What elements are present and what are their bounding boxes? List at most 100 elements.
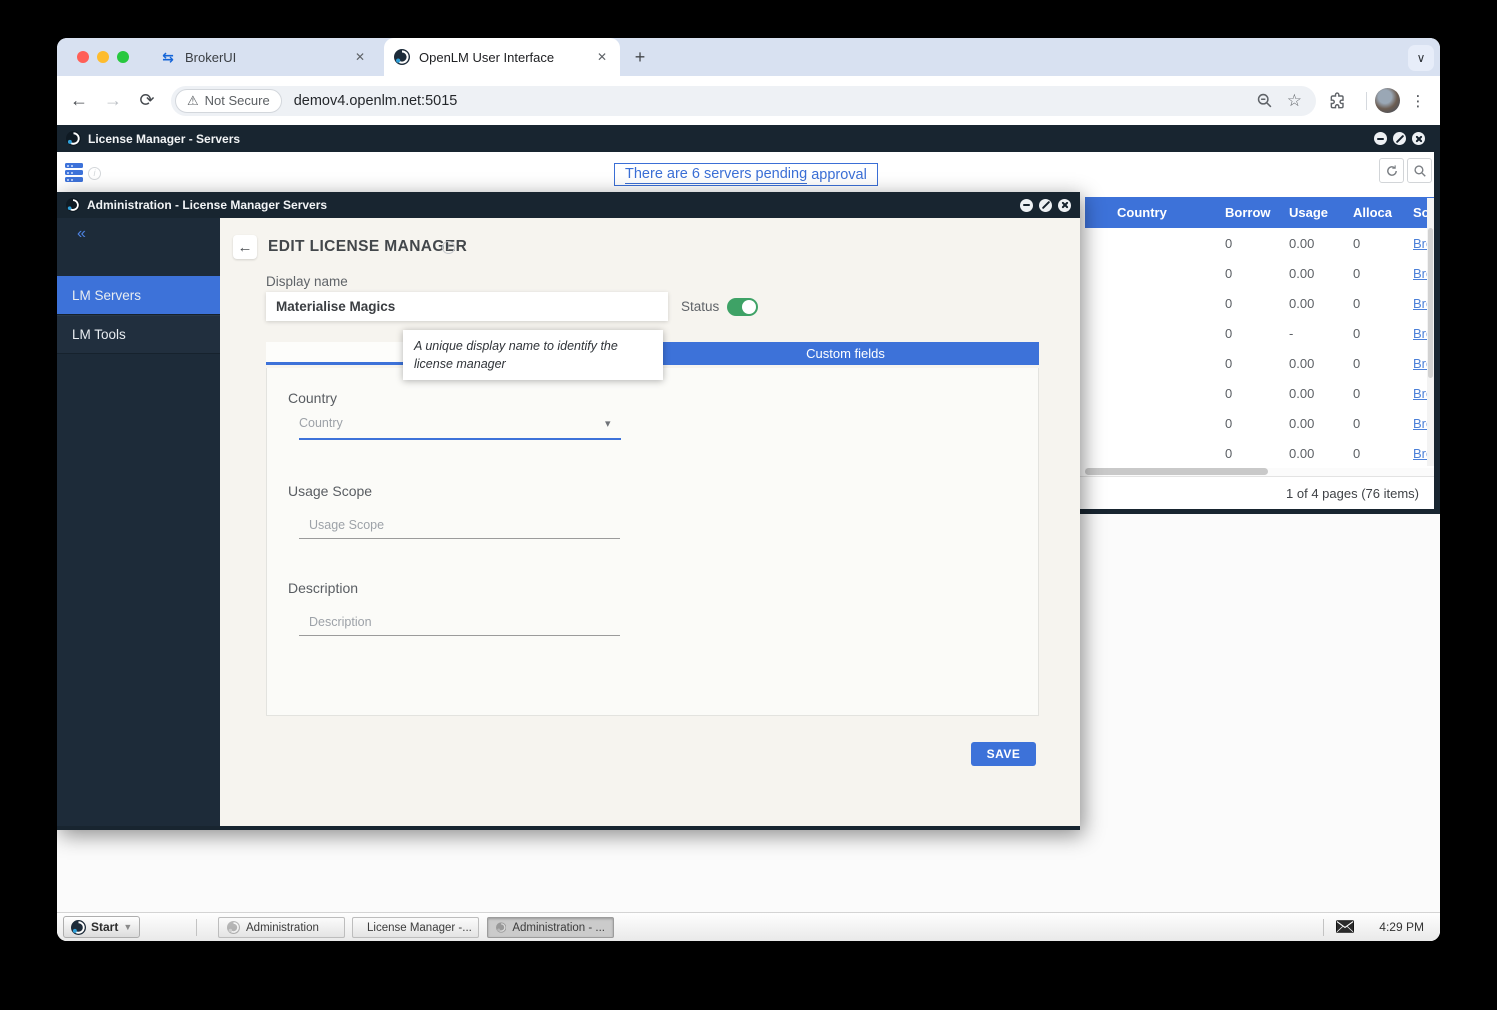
start-label: Start [91, 920, 119, 934]
cell-borrow: 0 [1225, 445, 1233, 461]
cell-usage: 0.00 [1289, 295, 1315, 311]
security-chip[interactable]: ⚠ Not Secure [175, 88, 282, 113]
tab-brokerui[interactable]: ⇆ BrokerUI ✕ [150, 38, 378, 76]
column-usage[interactable]: Usage [1284, 205, 1348, 220]
collapse-icon[interactable]: « [77, 225, 86, 243]
back-button[interactable]: ← [233, 235, 257, 259]
country-select[interactable]: Country [299, 416, 343, 430]
table-header-row: Country Borrow Usage Alloca Sou [1085, 197, 1434, 228]
info-icon: i [442, 241, 455, 254]
pending-approval-notification[interactable]: There are 6 servers pending approval [614, 163, 878, 186]
cell-allocated: 0 [1353, 355, 1361, 371]
warning-icon: ⚠ [187, 92, 199, 108]
forward-icon[interactable]: → [99, 87, 127, 115]
taskbar: Start ▼ Administration License Manager -… [57, 912, 1440, 941]
sidebar-item-lm-servers[interactable]: LM Servers [57, 276, 220, 315]
envelope-icon[interactable] [1336, 920, 1354, 938]
notification-link[interactable]: There are 6 servers pending [625, 166, 808, 184]
menu-icon[interactable]: ⋮ [1406, 92, 1430, 110]
browser-toolbar: ← → ⟳ ⚠ Not Secure demov4.openlm.net:501… [57, 76, 1440, 125]
search-icon[interactable] [1407, 158, 1432, 183]
display-name-tooltip: A unique display name to identify the li… [403, 330, 663, 381]
status-toggle[interactable] [727, 298, 758, 316]
restore-icon[interactable] [1039, 198, 1052, 212]
close-icon[interactable] [1058, 198, 1071, 212]
tab-label: BrokerUI [185, 49, 237, 65]
column-borrow[interactable]: Borrow [1220, 205, 1284, 220]
description-label: Description [288, 580, 359, 596]
server-icon[interactable] [65, 163, 83, 184]
cell-usage: 0.00 [1289, 355, 1315, 371]
url-text[interactable]: demov4.openlm.net:5015 [294, 93, 458, 109]
close-window-button[interactable] [77, 51, 89, 63]
restore-icon[interactable] [1393, 132, 1406, 145]
table-row: 0 0.00 0 Bro [1085, 228, 1434, 258]
horizontal-scrollbar[interactable] [1085, 468, 1434, 476]
profile-avatar[interactable] [1375, 88, 1400, 113]
minimize-window-button[interactable] [97, 51, 109, 63]
table-row: 0 0.00 0 Bro [1085, 288, 1434, 318]
task-license-manager[interactable]: License Manager -... [352, 917, 479, 938]
reload-icon[interactable]: ⟳ [133, 87, 161, 115]
openlm-icon [394, 49, 410, 65]
minimize-icon[interactable] [1020, 198, 1033, 212]
usage-scope-label: Usage Scope [288, 483, 373, 499]
browser-tab-strip: ⇆ BrokerUI ✕ OpenLM User Interface ✕ + ∨ [57, 38, 1440, 76]
admin-window-titlebar: Administration - License Manager Servers [57, 192, 1080, 218]
chevron-down-icon[interactable]: ∨ [1408, 45, 1434, 71]
new-tab-button[interactable]: + [629, 46, 651, 68]
cell-usage: 0.00 [1289, 385, 1315, 401]
display-name-input[interactable]: Materialise Magics [266, 292, 668, 321]
cell-usage: 0.00 [1289, 445, 1315, 461]
display-name-label: Display name [266, 274, 348, 289]
cell-borrow: 0 [1225, 325, 1233, 341]
extensions-icon[interactable] [1324, 87, 1352, 115]
admin-window-title: Administration - License Manager Servers [87, 198, 328, 212]
country-label: Country [288, 390, 338, 406]
minimize-icon[interactable] [1374, 132, 1387, 145]
close-icon[interactable] [1412, 132, 1425, 145]
column-allocated[interactable]: Alloca [1348, 205, 1408, 220]
address-bar[interactable]: ⚠ Not Secure demov4.openlm.net:5015 ☆ [171, 85, 1316, 116]
caret-down-icon[interactable]: ▾ [605, 417, 611, 430]
pagination-text: 1 of 4 pages (76 items) [1286, 485, 1419, 501]
tab-label: OpenLM User Interface [419, 49, 555, 65]
task-administration[interactable]: Administration [218, 917, 345, 938]
notification-text: approval [811, 166, 867, 183]
column-country[interactable]: Country [1085, 205, 1220, 220]
cell-borrow: 0 [1225, 355, 1233, 371]
save-button[interactable]: SAVE [971, 742, 1036, 766]
start-button[interactable]: Start ▼ [63, 916, 141, 938]
zoom-out-icon[interactable] [1256, 92, 1273, 109]
zoom-window-button[interactable] [117, 51, 129, 63]
star-icon[interactable]: ☆ [1287, 91, 1302, 111]
traffic-lights [77, 51, 129, 63]
lm-toolbar: i There are 6 servers pending approval [57, 152, 1434, 196]
cell-usage: 0.00 [1289, 415, 1315, 431]
refresh-icon[interactable] [1379, 158, 1404, 183]
task-administration-modal[interactable]: Administration - ... [487, 917, 614, 938]
cell-allocated: 0 [1353, 235, 1361, 251]
pagination: 1 of 4 pages (76 items) [1077, 476, 1434, 509]
status-label: Status [681, 299, 720, 314]
sidebar-item-lm-tools[interactable]: LM Tools [57, 315, 220, 354]
cell-allocated: 0 [1353, 415, 1361, 431]
cell-usage: 0.00 [1289, 235, 1315, 251]
back-icon[interactable]: ← [65, 87, 93, 115]
cell-borrow: 0 [1225, 415, 1233, 431]
cell-usage: - [1289, 325, 1294, 341]
close-icon[interactable]: ✕ [352, 50, 368, 64]
tab-openlm[interactable]: OpenLM User Interface ✕ [384, 38, 620, 76]
close-icon[interactable]: ✕ [594, 50, 610, 64]
tab-custom-fields[interactable]: Custom fields [652, 342, 1039, 365]
page-viewport: License Manager - Servers i There are 6 … [57, 125, 1440, 941]
cell-allocated: 0 [1353, 265, 1361, 281]
vertical-scrollbar[interactable] [1427, 198, 1434, 466]
brokerui-icon: ⇆ [162, 48, 174, 65]
description-input[interactable]: Description [309, 615, 372, 629]
cell-usage: 0.00 [1289, 265, 1315, 281]
security-chip-label: Not Secure [204, 93, 270, 108]
cell-borrow: 0 [1225, 265, 1233, 281]
caret-down-icon: ▼ [123, 922, 133, 932]
usage-scope-input[interactable]: Usage Scope [309, 518, 384, 532]
